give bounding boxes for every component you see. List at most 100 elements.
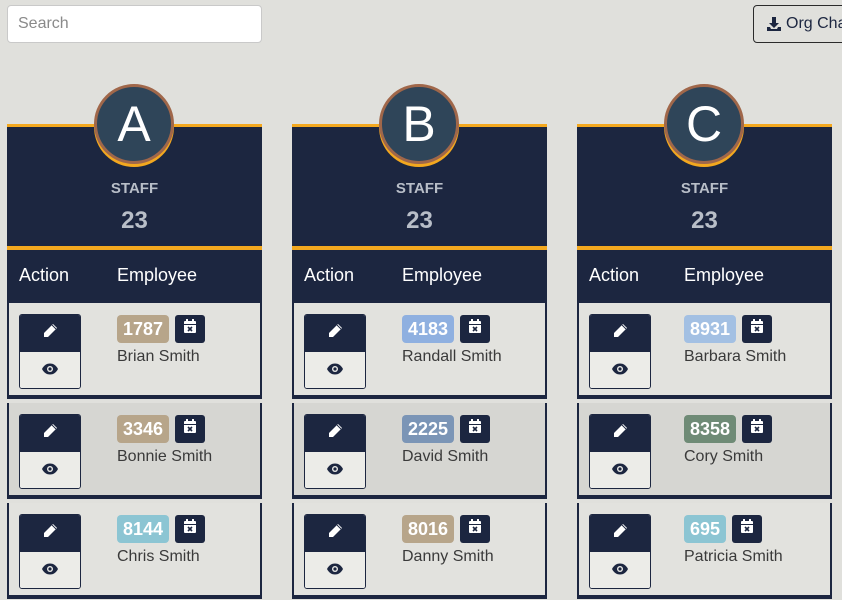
calendar-x-icon — [468, 319, 482, 339]
edit-button[interactable] — [590, 415, 650, 452]
calendar-x-icon — [740, 519, 754, 539]
employee-id-badge: 8931 — [684, 315, 737, 343]
action-group — [304, 314, 366, 389]
employee-name: Bonnie Smith — [117, 448, 213, 465]
edit-button[interactable] — [305, 515, 365, 552]
employee-cell: 1787 Brian Smith — [117, 315, 206, 366]
employee-cell: 695 Patricia Smith — [684, 515, 783, 566]
employee-name: Barbara Smith — [684, 348, 787, 365]
employee-id-badge: 4183 — [402, 315, 455, 343]
view-button[interactable] — [305, 352, 365, 388]
pencil-icon — [327, 323, 343, 344]
employee-header: Employee — [117, 265, 198, 285]
table-row: 8931 Barbara Smith — [577, 303, 832, 399]
pencil-icon — [612, 423, 628, 444]
action-group — [304, 414, 366, 489]
edit-button[interactable] — [305, 315, 365, 352]
table-row: 3346 Bonnie Smith — [7, 403, 262, 499]
org-chart-label: Org Chart — [786, 15, 842, 32]
edit-button[interactable] — [590, 515, 650, 552]
table-row: 4183 Randall Smith — [292, 303, 547, 399]
view-button[interactable] — [20, 352, 80, 388]
employee-id-badge: 3346 — [117, 415, 170, 443]
employee-name: Danny Smith — [402, 548, 494, 565]
calendar-x-icon — [183, 519, 197, 539]
eye-icon — [326, 562, 344, 580]
employee-header: Employee — [684, 265, 765, 285]
calendar-remove-button[interactable] — [175, 415, 206, 443]
employee-cell: 8358 Cory Smith — [684, 415, 773, 466]
employee-id-badge: 8016 — [402, 515, 455, 543]
eye-icon — [41, 362, 59, 380]
calendar-remove-button[interactable] — [742, 415, 773, 443]
calendar-x-icon — [183, 319, 197, 339]
eye-icon — [611, 362, 629, 380]
eye-icon — [41, 562, 59, 580]
eye-icon — [611, 562, 629, 580]
staff-label: STAFF — [680, 180, 729, 197]
table-row: 2225 David Smith — [292, 403, 547, 499]
employee-name: Randall Smith — [402, 348, 502, 365]
pencil-icon — [327, 423, 343, 444]
edit-button[interactable] — [20, 415, 80, 452]
view-button[interactable] — [20, 452, 80, 488]
staff-count: 23 — [406, 207, 433, 234]
employee-id-badge: 1787 — [117, 315, 170, 343]
view-button[interactable] — [305, 552, 365, 588]
action-group — [589, 414, 651, 489]
employee-id-badge: 695 — [684, 515, 727, 543]
search-input[interactable] — [7, 5, 262, 43]
group-letter-avatar: A — [94, 84, 174, 164]
calendar-remove-button[interactable] — [175, 515, 206, 543]
employee-id-badge: 8358 — [684, 415, 737, 443]
edit-button[interactable] — [20, 315, 80, 352]
edit-button[interactable] — [305, 415, 365, 452]
action-group — [589, 314, 651, 389]
calendar-x-icon — [183, 419, 197, 439]
table-row: 8016 Danny Smith — [292, 503, 547, 599]
calendar-remove-button[interactable] — [732, 515, 763, 543]
action-group — [19, 514, 81, 589]
view-button[interactable] — [305, 452, 365, 488]
calendar-x-icon — [468, 519, 482, 539]
pencil-icon — [612, 323, 628, 344]
action-group — [589, 514, 651, 589]
staff-label: STAFF — [395, 180, 444, 197]
employee-cell: 3346 Bonnie Smith — [117, 415, 212, 466]
calendar-x-icon — [750, 319, 764, 339]
employee-name: Patricia Smith — [684, 548, 783, 565]
eye-icon — [611, 462, 629, 480]
action-header: Action — [19, 265, 70, 285]
action-header: Action — [304, 265, 355, 285]
pencil-icon — [612, 523, 628, 544]
view-button[interactable] — [20, 552, 80, 588]
table-row: 8358 Cory Smith — [577, 403, 832, 499]
staff-count: 23 — [691, 207, 718, 234]
employee-id-badge: 8144 — [117, 515, 170, 543]
view-button[interactable] — [590, 352, 650, 388]
edit-button[interactable] — [20, 515, 80, 552]
calendar-remove-button[interactable] — [175, 315, 206, 343]
calendar-remove-button[interactable] — [742, 315, 773, 343]
pencil-icon — [42, 523, 58, 544]
calendar-remove-button[interactable] — [460, 315, 491, 343]
eye-icon — [326, 462, 344, 480]
view-button[interactable] — [590, 552, 650, 588]
staff-count: 23 — [121, 207, 148, 234]
employee-name: Cory Smith — [684, 448, 764, 465]
calendar-remove-button[interactable] — [460, 415, 491, 443]
eye-icon — [326, 362, 344, 380]
employee-name: David Smith — [402, 448, 489, 465]
view-button[interactable] — [590, 452, 650, 488]
table-header: Action Employee — [292, 250, 547, 303]
employee-cell: 2225 David Smith — [402, 415, 491, 466]
action-group — [19, 414, 81, 489]
employee-cell: 8931 Barbara Smith — [684, 315, 786, 366]
edit-button[interactable] — [590, 315, 650, 352]
calendar-remove-button[interactable] — [460, 515, 491, 543]
table-row: 1787 Brian Smith — [7, 303, 262, 399]
download-icon — [767, 17, 781, 31]
group-letter-avatar: B — [379, 84, 459, 164]
org-chart-button[interactable]: Org Chart — [753, 5, 842, 43]
employee-name: Brian Smith — [117, 348, 200, 365]
